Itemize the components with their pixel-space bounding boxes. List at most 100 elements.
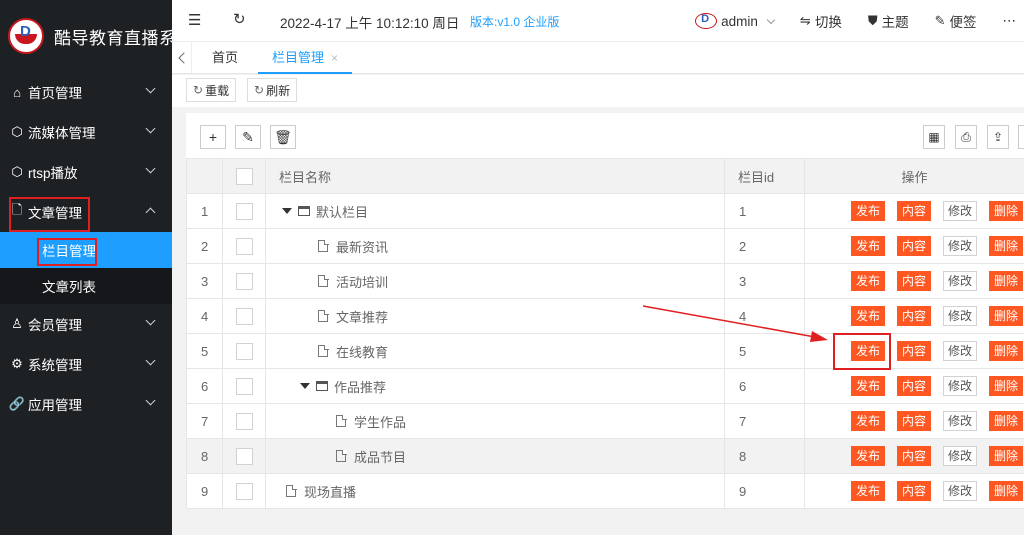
edit-button[interactable]: 修改 [943,271,978,291]
row-checkbox[interactable] [235,412,253,430]
select-all-checkbox[interactable] [235,167,253,185]
row-checkbox[interactable] [235,377,253,395]
edit-button[interactable]: 修改 [943,411,978,431]
content-button[interactable]: 内容 [897,376,932,396]
content-button[interactable]: 内容 [897,446,932,466]
content-button[interactable]: 内容 [897,411,932,431]
publish-button[interactable]: 发布 [851,376,886,396]
row-checkbox[interactable] [235,307,253,325]
print-button[interactable]: ⎙ [955,125,977,149]
row-checkbox[interactable] [235,342,253,360]
row-checkbox[interactable] [235,272,253,290]
publish-button[interactable]: 发布 [851,236,886,256]
delete-button[interactable]: 删除 [989,341,1024,361]
table-row[interactable]: 3 活动培训 3 发布 内容 修改 删除 [186,263,1024,299]
tab-column-management[interactable]: 栏目管理 × [258,42,353,74]
more-button[interactable]: ⋯ [1003,13,1017,29]
export-button[interactable]: ⇪ [987,125,1009,149]
row-name: 学生作品 [354,414,407,430]
sidebar-item-streaming[interactable]: ⬡ 流媒体管理 [0,112,172,152]
delete-button[interactable]: 删除 [989,411,1024,431]
content-button[interactable]: 内容 [897,236,932,256]
columns-button[interactable]: ▦ [923,125,945,149]
reload-label: 重载 [205,83,230,98]
edit-button[interactable]: 修改 [943,446,978,466]
edit-button[interactable]: 修改 [943,481,978,501]
edit-button[interactable]: ✎ [235,125,261,149]
table-row[interactable]: 6 作品推荐 6 发布 内容 修改 删除 [186,368,1024,404]
delete-button[interactable]: 删除 [989,376,1024,396]
header-index [186,158,223,194]
expand-triangle-icon[interactable] [300,383,310,389]
row-checkbox[interactable] [235,202,253,220]
row-name: 默认栏目 [316,204,369,220]
sidebar-item-rtsp[interactable]: ⬡ rtsp播放 [0,152,172,192]
edit-button[interactable]: 修改 [943,201,978,221]
delete-button[interactable]: 删除 [989,446,1024,466]
sidebar-item-label: 会员管理 [28,318,82,333]
topbar-right: admin ⇋ 切换 ⛊ 主题 ✎ 便签 ⋯ [695,0,1024,42]
user-menu[interactable]: admin [695,13,776,29]
row-operations: 发布 内容 修改 删除 [804,368,1024,404]
row-checkbox[interactable] [235,447,253,465]
expand-triangle-icon[interactable] [282,208,292,214]
publish-button[interactable]: 发布 [851,306,886,326]
tab-scroll-left-icon[interactable] [172,42,192,74]
sidebar-item-apps[interactable]: 🔗 应用管理 [0,384,172,424]
publish-button[interactable]: 发布 [851,446,886,466]
edit-button[interactable]: 修改 [943,341,978,361]
menu-toggle-icon[interactable]: ☰ [188,11,201,29]
delete-button[interactable]: 删除 [989,306,1024,326]
edit-button[interactable]: 修改 [943,236,978,256]
content-button[interactable]: 内容 [897,201,932,221]
delete-button[interactable]: 删除 [989,236,1024,256]
table-row[interactable]: 8 成品节目 8 发布 内容 修改 删除 [186,438,1024,474]
edit-button[interactable]: 修改 [943,376,978,396]
sidebar-subitem-article-list[interactable]: 文章列表 [0,268,172,304]
publish-button[interactable]: 发布 [851,201,886,221]
publish-button[interactable]: 发布 [851,481,886,501]
row-checkbox[interactable] [235,482,253,500]
publish-button[interactable]: 发布 [851,271,886,291]
publish-button[interactable]: 发布 [851,411,886,431]
close-icon[interactable]: × [331,51,338,65]
delete-button[interactable]: 删除 [989,481,1024,501]
sidebar-item-system[interactable]: ⚙ 系统管理 [0,344,172,384]
refresh-icon[interactable]: ↻ [233,10,246,28]
table-row[interactable]: 5 在线教育 5 发布 内容 修改 删除 [186,333,1024,369]
topbar: ☰ ↻ 2022-4-17 上午 10:12:10 周日 版本:v1.0 企业版… [172,0,1024,42]
row-operations: 发布 内容 修改 删除 [804,403,1024,439]
delete-button[interactable]: 🗑 [270,125,296,149]
chevron-down-icon [145,123,156,134]
add-button[interactable]: + [200,125,226,149]
table-row[interactable]: 4 文章推荐 4 发布 内容 修改 删除 [186,298,1024,334]
more-tools-button[interactable] [1018,125,1024,149]
refresh-button[interactable]: ↻ 刷新 [247,78,298,102]
delete-button[interactable]: 删除 [989,201,1024,221]
reload-button[interactable]: ↻ 重载 [186,78,237,102]
edit-button[interactable]: 修改 [943,306,978,326]
row-index: 3 [186,263,223,299]
row-id: 8 [724,438,805,474]
file-icon [336,449,347,462]
row-name: 现场直播 [304,484,357,500]
row-checkbox[interactable] [235,237,253,255]
table-row[interactable]: 1 默认栏目 1 发布 内容 修改 删除 [186,193,1024,229]
tab-home[interactable]: 首页 [212,42,238,74]
sidebar-item-members[interactable]: ♙ 会员管理 [0,304,172,344]
sidebar-item-home[interactable]: ⌂ 首页管理 [0,72,172,112]
table-row[interactable]: 9 现场直播 9 发布 内容 修改 删除 [186,473,1024,509]
content-button[interactable]: 内容 [897,481,932,501]
content-button[interactable]: 内容 [897,271,932,291]
trash-icon: 🗑 [274,128,292,145]
table-row[interactable]: 2 最新资讯 2 发布 内容 修改 删除 [186,228,1024,264]
file-icon [336,414,347,427]
content-button[interactable]: 内容 [897,341,932,361]
tabs-bar: 首页 栏目管理 × [172,42,1024,74]
content-button[interactable]: 内容 [897,306,932,326]
switch-button[interactable]: ⇋ 切换 [800,11,842,31]
theme-button[interactable]: ⛊ 主题 [868,11,909,31]
note-button[interactable]: ✎ 便签 [935,11,977,31]
delete-button[interactable]: 删除 [989,271,1024,291]
table-row[interactable]: 7 学生作品 7 发布 内容 修改 删除 [186,403,1024,439]
